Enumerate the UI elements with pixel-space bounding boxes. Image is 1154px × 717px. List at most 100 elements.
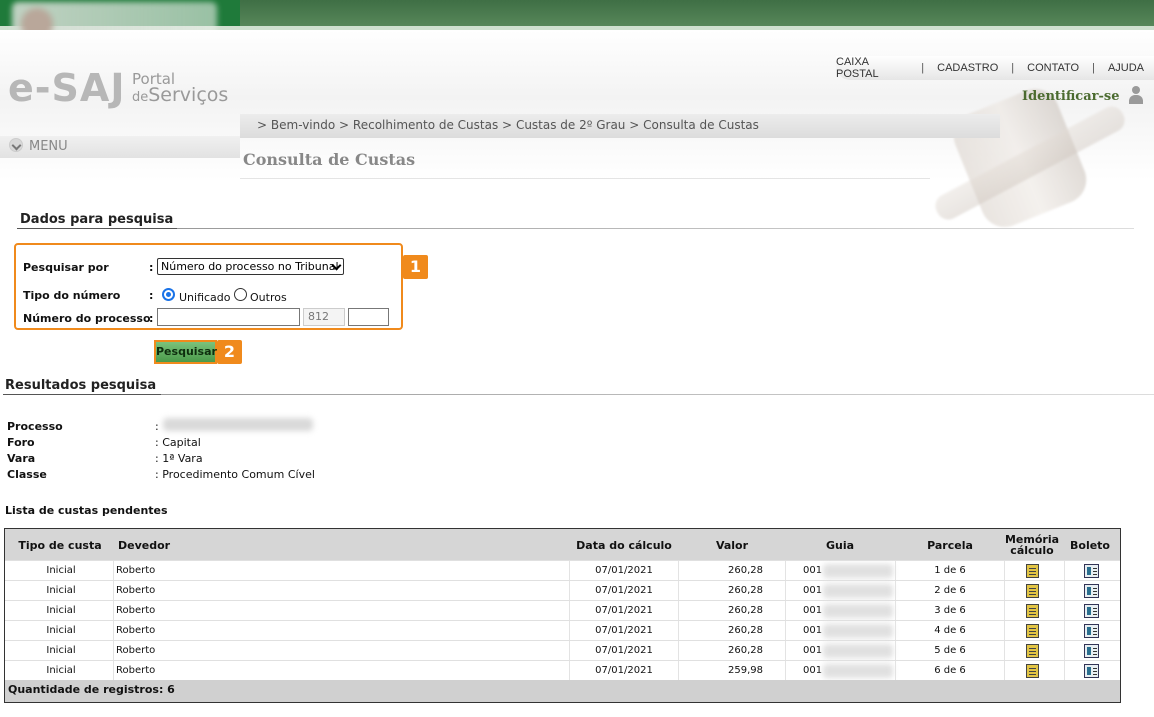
calculation-memo-icon[interactable] [1026, 624, 1039, 638]
cell-tipo-custa: Inicial [46, 625, 76, 636]
col-guia: Guia [825, 539, 855, 552]
user-icon[interactable] [1128, 86, 1144, 104]
cell-divider [1004, 661, 1005, 681]
servicos-text: Serviços [148, 84, 229, 106]
cell-divider [1004, 641, 1005, 661]
cell-parcela: 4 de 6 [934, 625, 966, 636]
breadcrumb-custas-2-grau[interactable]: Custas de 2º Grau [516, 118, 625, 132]
cell-divider [785, 561, 786, 581]
cell-divider [1064, 601, 1065, 621]
result-label-classe: Classe [7, 468, 47, 481]
result-label-foro: Foro [7, 436, 35, 449]
cell-divider [1004, 621, 1005, 641]
result-value-foro: : Capital [155, 436, 201, 449]
cell-guia: 001 [803, 585, 823, 596]
cell-divider [785, 641, 786, 661]
menu-label: MENU [29, 139, 68, 154]
nav-contato[interactable]: CONTATO [1027, 62, 1079, 74]
cell-divider [895, 661, 896, 681]
boleto-icon[interactable] [1084, 564, 1099, 578]
boleto-icon[interactable] [1084, 584, 1099, 598]
radio-unificado-label[interactable]: Unificado [179, 291, 231, 304]
col-valor: Valor [715, 539, 749, 552]
col-tipo-custa: Tipo de custa [18, 539, 102, 552]
numero-processo-extra-input[interactable] [348, 308, 389, 326]
results-section-rule [161, 394, 1154, 395]
cell-divider [113, 641, 114, 661]
numero-processo-foro-segment: 812 [303, 308, 345, 326]
cell-parcela: 5 de 6 [934, 645, 966, 656]
colon: : [149, 312, 154, 325]
step-badge-2: 2 [217, 340, 242, 364]
login-link[interactable]: Identificar-se [1022, 89, 1119, 104]
boleto-icon[interactable] [1084, 644, 1099, 658]
numero-processo-input[interactable] [157, 308, 300, 326]
breadcrumb-bem-vindo[interactable]: Bem-vindo [271, 118, 335, 132]
calculation-memo-icon[interactable] [1026, 584, 1039, 598]
pesquisar-por-value: Número do processo no Tribunal [161, 260, 339, 273]
cell-divider [678, 661, 679, 681]
cell-tipo-custa: Inicial [46, 665, 76, 676]
cell-valor: 260,28 [728, 565, 763, 576]
boleto-icon[interactable] [1084, 604, 1099, 618]
col-devedor: Devedor [118, 539, 171, 552]
cell-divider [785, 601, 786, 621]
cell-divider [895, 621, 896, 641]
cell-divider [1004, 561, 1005, 581]
cell-data-calculo: 07/01/2021 [595, 565, 653, 576]
cell-guia: 001 [803, 645, 823, 656]
cell-data-calculo: 07/01/2021 [595, 585, 653, 596]
calculation-memo-icon[interactable] [1026, 664, 1039, 678]
gavel-decoration [905, 80, 1154, 240]
radio-outros[interactable] [234, 288, 247, 301]
cell-devedor: Roberto [116, 645, 156, 656]
cell-divider [785, 661, 786, 681]
breadcrumb-recolhimento[interactable]: Recolhimento de Custas [353, 118, 498, 132]
cell-valor: 260,28 [728, 605, 763, 616]
cell-divider [895, 641, 896, 661]
cell-valor: 260,28 [728, 585, 763, 596]
result-vara-text: 1ª Vara [162, 452, 203, 465]
cell-divider [785, 621, 786, 641]
cell-devedor: Roberto [116, 585, 156, 596]
cell-divider [895, 581, 896, 601]
cell-divider [678, 601, 679, 621]
results-section-title: Resultados pesquisa [5, 378, 157, 393]
breadcrumb: > Bem-vindo > Recolhimento de Custas > C… [240, 114, 1000, 138]
cell-divider [113, 581, 114, 601]
breadcrumb-sep: > [339, 118, 350, 132]
nav-ajuda[interactable]: AJUDA [1108, 62, 1144, 74]
radio-outros-label[interactable]: Outros [250, 291, 287, 304]
tipo-numero-label: Tipo do número [23, 289, 121, 302]
servicos-word: deServiços [132, 84, 228, 109]
boleto-icon[interactable] [1084, 664, 1099, 678]
nav-separator: | [1011, 62, 1015, 74]
nav-separator: | [921, 62, 925, 74]
pesquisar-por-label: Pesquisar por [23, 261, 109, 274]
calculation-memo-icon[interactable] [1026, 564, 1039, 578]
nav-cadastro[interactable]: CADASTRO [937, 62, 998, 74]
pesquisar-button[interactable]: Pesquisar [154, 340, 217, 364]
result-value-classe: : Procedimento Comum Cível [155, 468, 315, 481]
cell-data-calculo: 07/01/2021 [595, 625, 653, 636]
boleto-icon[interactable] [1084, 624, 1099, 638]
calculation-memo-icon[interactable] [1026, 644, 1039, 658]
cell-data-calculo: 07/01/2021 [595, 665, 653, 676]
calculation-memo-icon[interactable] [1026, 604, 1039, 618]
nav-caixa-postal[interactable]: CAIXA POSTAL [836, 56, 908, 80]
pending-costs-table: Tipo de custa Devedor Data do cálculo Va… [4, 528, 1121, 703]
result-label-processo: Processo [7, 420, 63, 433]
cell-divider [1004, 601, 1005, 621]
radio-unificado[interactable] [162, 288, 175, 301]
numero-processo-label: Número do processo [23, 312, 151, 325]
pesquisar-por-select[interactable]: Número do processo no Tribunal [157, 258, 344, 275]
title-divider [240, 178, 930, 179]
user-icon-head [1132, 86, 1140, 94]
results-section-rule-dark [3, 394, 161, 395]
user-icon-body [1129, 95, 1143, 104]
table-row: Inicial Roberto 07/01/2021 260,28 001 1 de 6 [5, 560, 1120, 581]
menu-toggle[interactable]: MENU [0, 136, 240, 158]
esaj-wordmark: e-SAJ [8, 66, 126, 110]
cell-divider [1064, 661, 1065, 681]
col-data-calculo: Data do cálculo [576, 539, 672, 552]
